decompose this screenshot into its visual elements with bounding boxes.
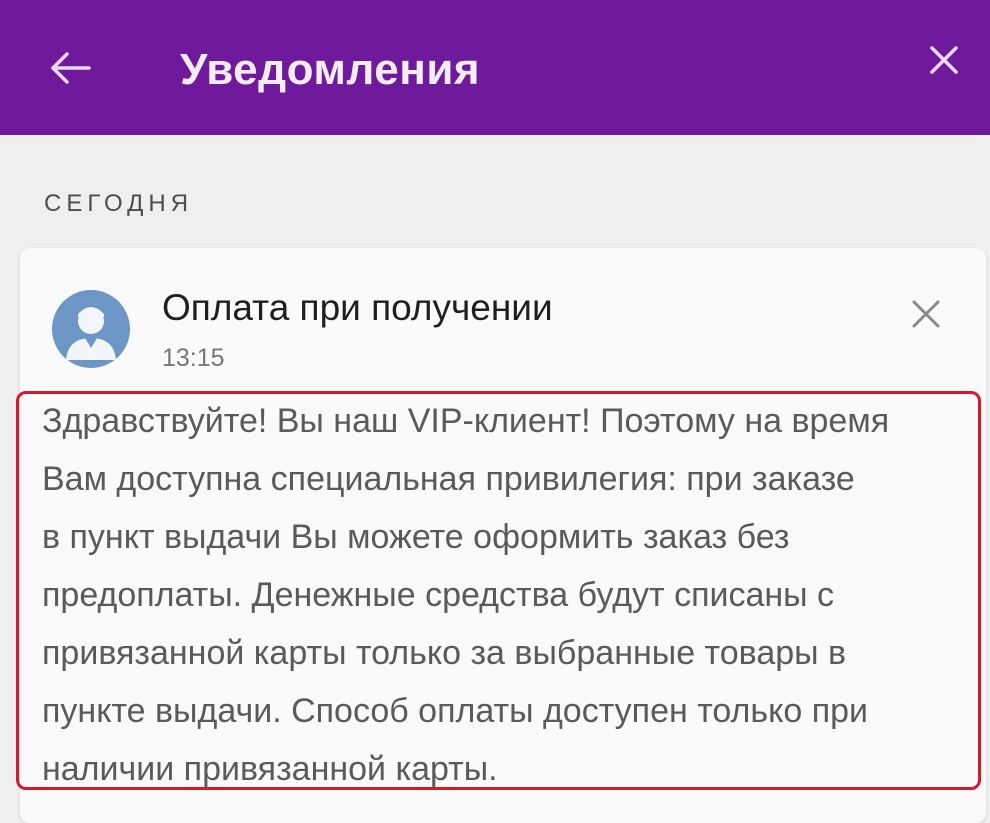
notification-title: Оплата при получении	[162, 287, 553, 328]
user-avatar-icon	[66, 307, 116, 360]
app-header: Уведомления	[0, 0, 990, 135]
close-icon	[930, 46, 958, 74]
page-title: Уведомления	[180, 45, 481, 94]
dismiss-notification-button[interactable]	[900, 290, 952, 338]
avatar	[52, 290, 130, 368]
notification-time: 13:15	[162, 344, 225, 372]
close-button[interactable]	[918, 34, 970, 86]
close-icon	[912, 300, 940, 328]
arrow-left-icon	[51, 52, 91, 84]
back-button[interactable]	[38, 40, 102, 96]
section-header-today: СЕГОДНЯ	[44, 190, 194, 217]
notification-message: Здравствуйте! Вы наш VIP-клиент! Поэтому…	[42, 402, 890, 788]
